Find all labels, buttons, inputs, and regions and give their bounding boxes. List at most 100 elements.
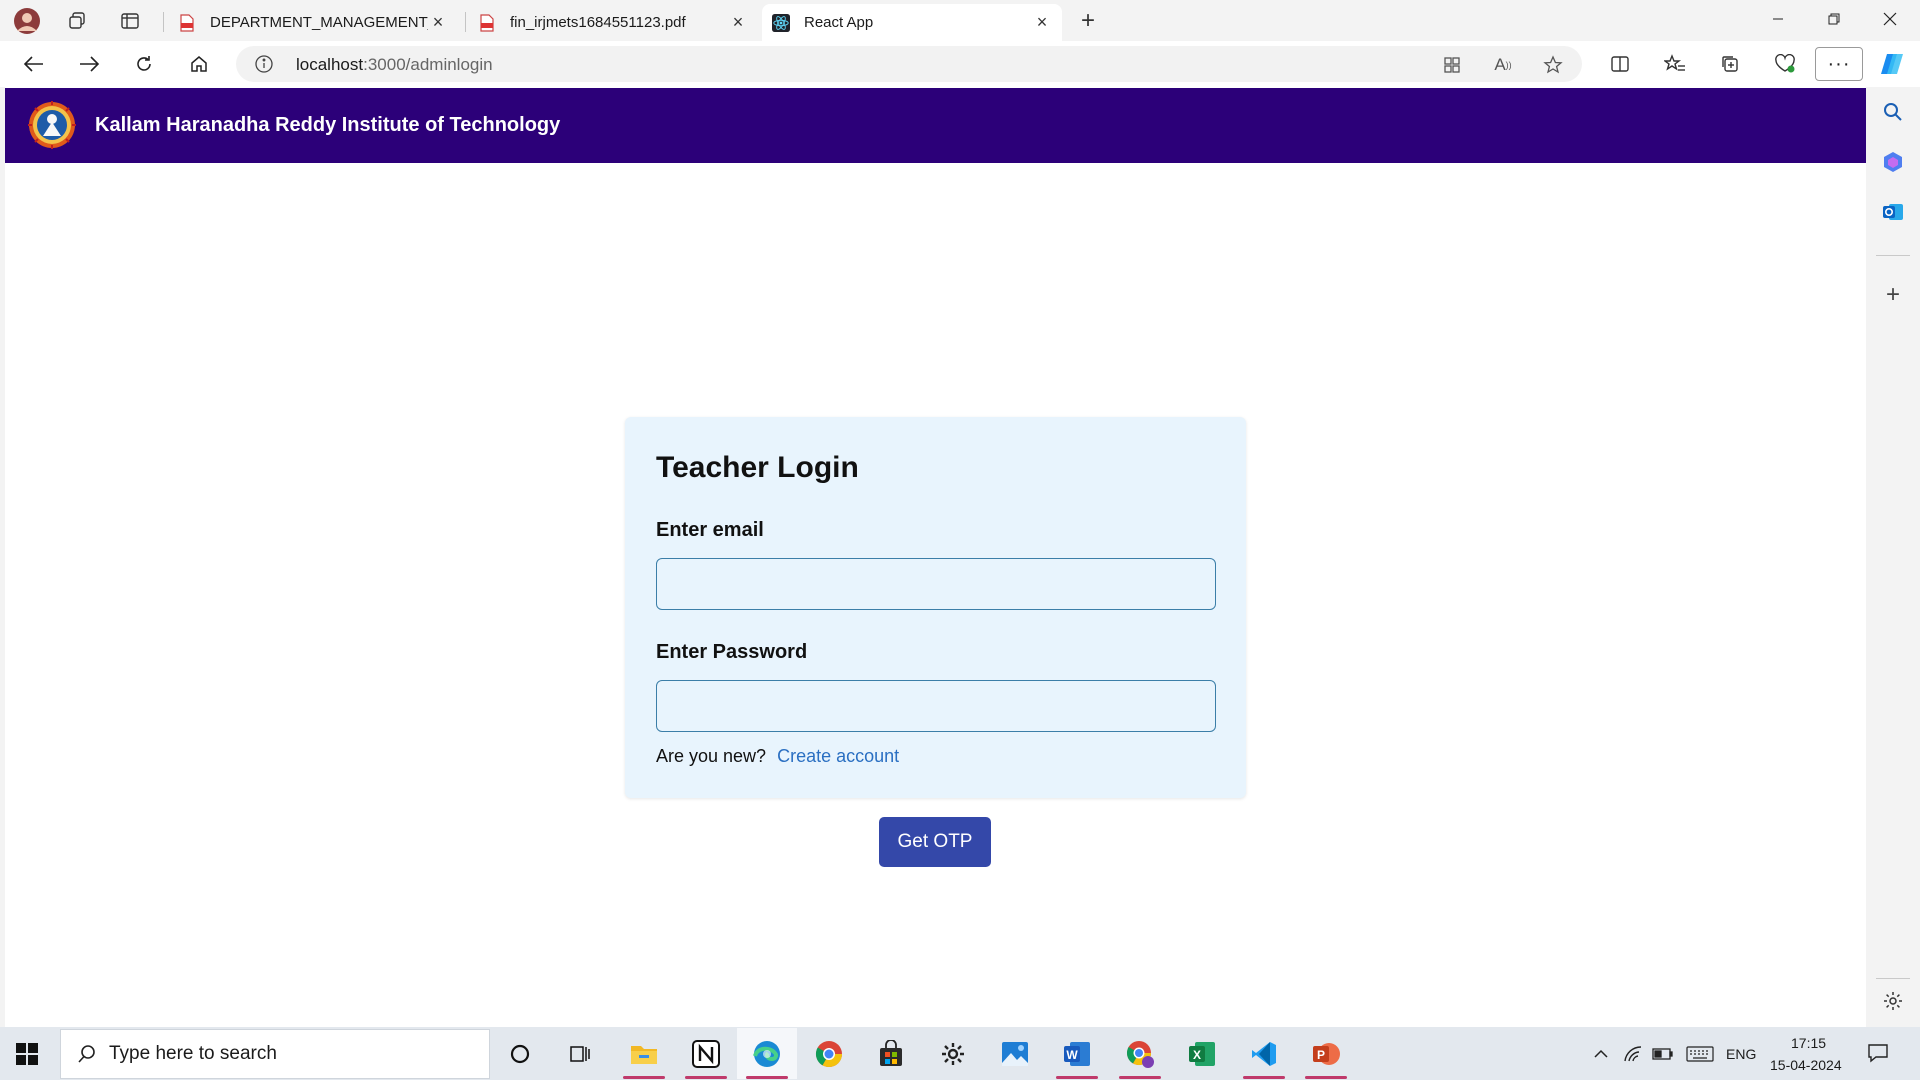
word-icon[interactable]: W [1047,1028,1107,1079]
running-indicator [623,1076,665,1079]
running-indicator [685,1076,727,1079]
settings-more-button[interactable]: ··· [1815,47,1863,81]
browser-tab-strip: DEPARTMENT_MANAGEMENT_S × fin_irjmets168… [0,0,1920,41]
forward-icon[interactable] [72,48,106,80]
running-indicator [1119,1076,1161,1079]
favorites-icon[interactable] [1658,48,1692,80]
institute-logo [27,100,77,150]
app-available-icon[interactable] [1440,53,1464,77]
battery-icon[interactable] [1651,1043,1675,1065]
restore-icon[interactable] [1806,0,1861,38]
copilot-icon[interactable] [1876,48,1908,80]
tab-title: React App [804,14,874,31]
running-indicator [746,1076,788,1079]
vscode-icon[interactable] [1234,1028,1294,1079]
pdf-icon [178,13,196,32]
profile-avatar-icon[interactable] [12,6,42,36]
site-info-icon[interactable] [254,54,274,79]
tab-react-app[interactable]: React App × [762,4,1062,41]
wifi-icon[interactable] [1621,1043,1645,1065]
new-tab-icon[interactable]: + [1073,6,1103,36]
cortana-icon[interactable] [490,1028,550,1079]
svg-text:P: P [1317,1048,1325,1062]
signup-prompt: Are you new? [656,746,767,766]
email-input[interactable] [656,558,1216,610]
react-icon [772,13,790,32]
sidebar-divider [1876,255,1910,256]
page-viewport: Kallam Haranadha Reddy Institute of Tech… [5,87,1866,1027]
browser-toolbar: localhost:3000/adminlogin A)) ··· [0,41,1920,87]
taskbar-search-box[interactable]: Type here to search [60,1029,490,1079]
chrome-profile-icon[interactable] [1110,1028,1170,1079]
add-sidebar-app-icon[interactable]: + [1881,281,1905,308]
close-window-icon[interactable] [1862,0,1917,38]
show-hidden-icons-chevron-icon[interactable] [1589,1043,1613,1065]
store-icon[interactable] [861,1028,921,1079]
notifications-icon[interactable] [1866,1042,1890,1064]
notion-icon[interactable] [676,1028,736,1079]
get-otp-button[interactable]: Get OTP [879,817,991,867]
address-url: localhost:3000/adminlogin [296,55,493,75]
home-icon[interactable] [182,48,216,80]
search-placeholder: Type here to search [109,1043,277,1064]
browser-essentials-icon[interactable] [1768,48,1802,80]
signup-row: Are you new? Create account [656,746,899,767]
tab-title: fin_irjmets1684551123.pdf [510,14,686,31]
tab-close-icon[interactable]: × [428,12,448,33]
windows-start-icon[interactable] [14,1041,40,1067]
edge-icon[interactable] [737,1028,797,1079]
favorite-star-icon[interactable] [1541,53,1565,77]
sidebar-divider [1876,978,1910,979]
site-header: Kallam Haranadha Reddy Institute of Tech… [5,88,1866,163]
search-icon[interactable] [1881,100,1905,124]
running-indicator [1305,1076,1347,1079]
chrome-icon[interactable] [799,1028,859,1079]
file-explorer-icon[interactable] [614,1028,674,1079]
email-label: Enter email [656,519,764,541]
tab-title: DEPARTMENT_MANAGEMENT_S [210,14,428,31]
windows-taskbar: Type here to search W X P ENG 17:15 15-0… [0,1027,1920,1080]
pdf-icon [478,13,496,32]
clock-time[interactable]: 17:15 [1791,1035,1826,1051]
url-path: :3000/adminlogin [363,55,493,74]
back-icon[interactable] [17,48,51,80]
collections-icon[interactable] [1713,48,1747,80]
tab-close-icon[interactable]: × [728,12,748,33]
password-label: Enter Password [656,641,808,663]
microsoft-365-icon[interactable] [1881,150,1905,174]
running-indicator [1056,1076,1098,1079]
language-indicator[interactable]: ENG [1726,1046,1756,1062]
address-bar[interactable]: localhost:3000/adminlogin A)) [236,46,1582,82]
edge-sidebar: + [1866,87,1920,1027]
password-input[interactable] [656,680,1216,732]
tab-divider [163,12,164,32]
task-view-icon[interactable] [550,1028,610,1079]
tab-close-icon[interactable]: × [1032,12,1052,33]
excel-icon[interactable]: X [1172,1028,1232,1079]
read-aloud-icon[interactable]: A)) [1491,53,1515,77]
split-screen-icon[interactable] [1603,48,1637,80]
login-heading: Teacher Login [656,451,859,484]
url-host: localhost [296,55,364,74]
workspaces-icon[interactable] [62,6,92,36]
photos-icon[interactable] [985,1028,1045,1079]
tab-divider [465,12,466,32]
svg-text:X: X [1193,1048,1201,1062]
running-indicator [1243,1076,1285,1079]
login-card: Teacher Login Enter email Enter Password… [625,417,1246,798]
powerpoint-icon[interactable]: P [1296,1028,1356,1079]
sidebar-settings-icon[interactable] [1881,989,1905,1013]
vertical-tabs-icon[interactable] [115,6,145,36]
refresh-icon[interactable] [127,48,161,80]
site-title: Kallam Haranadha Reddy Institute of Tech… [95,114,561,136]
create-account-link[interactable]: Create account [777,746,899,766]
svg-text:W: W [1066,1048,1078,1062]
minimize-icon[interactable] [1750,0,1805,38]
outlook-icon[interactable] [1881,200,1905,224]
tab-department-management[interactable]: DEPARTMENT_MANAGEMENT_S × [168,4,458,41]
search-icon [77,1044,97,1064]
keyboard-icon[interactable] [1685,1043,1715,1065]
clock-date[interactable]: 15-04-2024 [1770,1057,1842,1073]
settings-icon[interactable] [923,1028,983,1079]
tab-irjmets-pdf[interactable]: fin_irjmets1684551123.pdf × [468,4,758,41]
